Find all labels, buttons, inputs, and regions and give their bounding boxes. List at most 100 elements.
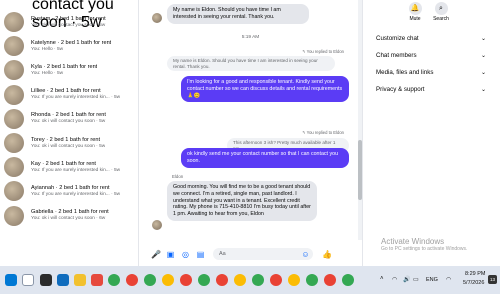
chrome-icon[interactable] — [144, 274, 156, 286]
chrome-icon[interactable] — [324, 274, 336, 286]
gif-icon[interactable]: ▤ — [196, 250, 205, 259]
chevron-up-icon[interactable]: ˄ — [380, 276, 384, 282]
media-files-links-row[interactable]: Media, files and links ⌄ — [376, 69, 496, 76]
watermark-title: Activate Windows — [381, 237, 445, 246]
avatar — [4, 157, 24, 178]
watermark-subtitle: Go to PC settings to activate Windows. — [381, 246, 468, 252]
search-button[interactable]: ⌕ Search — [428, 2, 454, 22]
activate-windows-watermark: Activate Windows Go to PC settings to ac… — [381, 237, 467, 253]
volume-icon[interactable]: 🔊 — [403, 276, 410, 283]
avatar — [4, 12, 24, 33]
avatar — [4, 108, 24, 129]
chrome-icon[interactable] — [108, 274, 120, 286]
message-input[interactable]: Aa — [213, 248, 313, 260]
notification-badge[interactable]: 13 — [488, 275, 497, 284]
avatar — [4, 60, 24, 81]
chat-name: Ayiannah · 2 bed 1 bath for rent — [31, 184, 110, 191]
chat-preview: You: If you are surely interested kin...… — [31, 167, 121, 173]
replied-label: ↰ You replied to Eldon — [302, 49, 344, 54]
incoming-message: My name is Eldon. Should you have time I… — [167, 4, 309, 24]
clock-date[interactable]: 5/7/2026 — [463, 280, 484, 286]
emoji-icon[interactable]: ☺ — [301, 250, 310, 259]
wifi-icon[interactable]: ◠ — [446, 276, 451, 283]
sender-name: Eldon — [172, 174, 184, 179]
chat-name: Katelynne · 2 bed 1 bath for rent — [31, 39, 112, 46]
chat-preview: You: If you are surely interested kin...… — [31, 95, 121, 101]
start-icon[interactable] — [5, 274, 17, 286]
network-icon[interactable]: ◠ — [392, 276, 397, 283]
privacy-support-row[interactable]: Privacy & support ⌄ — [376, 86, 496, 93]
avatar — [152, 13, 162, 23]
sticker-icon[interactable]: ◎ — [181, 250, 190, 259]
messenger-window: You: ok I will contact you soon · 5w Rus… — [0, 0, 500, 294]
chrome-icon[interactable] — [180, 274, 192, 286]
customize-chat-row[interactable]: Customize chat ⌄ — [376, 35, 496, 42]
row-label: Customize chat — [376, 35, 419, 42]
chat-item[interactable]: Gabriella · 2 bed 1 bath for rent You: ok… — [0, 204, 138, 228]
clock-time[interactable]: 8:29 PM — [465, 271, 485, 277]
chevron-down-icon: ⌄ — [480, 87, 486, 93]
edge-icon[interactable] — [57, 274, 69, 286]
quoted-message: My name is Eldon. Should you have time I… — [167, 56, 335, 72]
image-icon[interactable]: ▣ — [166, 250, 175, 259]
replied-text: You replied to Eldon — [306, 130, 344, 135]
chat-list-top-preview[interactable]: You: ok I will contact you soon · 5w — [0, 0, 138, 31]
chevron-down-icon: ⌄ — [480, 36, 486, 42]
chat-item[interactable]: Lilliee · 2 bed 1 bath for rent You: If y… — [0, 83, 138, 107]
mute-label: Mute — [409, 16, 421, 22]
info-panel: 🔔 Mute ⌕ Search Customize chat ⌄ Chat mem… — [363, 0, 500, 266]
chat-item[interactable]: Kay · 2 bed 1 bath for rent You: If you a… — [0, 155, 138, 179]
chat-item[interactable]: Kyla · 2 bed 1 bath for rent You: Hello ·… — [0, 58, 138, 82]
composer: 🎤 ▣ ◎ ▤ Aa ☺ 👍 — [139, 242, 362, 266]
avatar — [4, 36, 24, 57]
chat-preview: You: ok i will contact you soon · 5w — [31, 22, 106, 28]
like-icon[interactable]: 👍 — [322, 250, 332, 259]
chrome-icon[interactable] — [162, 274, 174, 286]
chat-item[interactable]: Rustam · 2 bed 1 bath for rent You: ok i … — [0, 10, 138, 34]
chrome-icon[interactable] — [252, 274, 264, 286]
chat-preview: You: Hello · 5w — [31, 46, 64, 52]
avatar — [4, 205, 24, 226]
chrome-icon[interactable] — [288, 274, 300, 286]
taskbar: ˄ ◠ 🔊 ▭ ENG ◠ 8:29 PM 5/7/2026 13 — [0, 266, 500, 294]
chat-name: Kay · 2 bed 1 bath for rent — [31, 160, 96, 167]
chrome-icon[interactable] — [306, 274, 318, 286]
app-icon[interactable] — [91, 274, 103, 286]
chat-item[interactable]: Rhonda · 2 bed 1 bath for rent You: ok i … — [0, 107, 138, 131]
chat-item[interactable]: Katelynne · 2 bed 1 bath for rent You: He… — [0, 34, 138, 58]
replied-text: You replied to Eldon — [306, 49, 344, 54]
chrome-icon[interactable] — [270, 274, 282, 286]
chrome-icon[interactable] — [342, 274, 354, 286]
search-label: Search — [433, 16, 449, 22]
bell-icon: 🔔 — [408, 2, 422, 15]
chat-preview: You: If you are surely interested kin...… — [31, 191, 121, 197]
chevron-down-icon: ⌄ — [480, 70, 486, 76]
avatar — [4, 133, 24, 154]
chat-item[interactable]: Torey · 2 bed 1 bath for rent You: ok i w… — [0, 131, 138, 155]
chrome-icon[interactable] — [216, 274, 228, 286]
chrome-icon[interactable] — [198, 274, 210, 286]
chat-members-row[interactable]: Chat members ⌄ — [376, 52, 496, 59]
chat-preview: You: ok i will contact you soon · 5w — [31, 119, 106, 125]
file-explorer-icon[interactable] — [74, 274, 86, 286]
chat-name: Rustam · 2 bed 1 bath for rent — [31, 15, 106, 22]
chat-name: Torey · 2 bed 1 bath for rent — [31, 136, 101, 143]
language-indicator[interactable]: ENG — [426, 277, 438, 283]
chat-list: You: ok I will contact you soon · 5w Rus… — [0, 0, 138, 266]
outgoing-message: ok kindly send me your contact number so… — [181, 148, 349, 168]
chat-item[interactable]: Ayiannah · 2 bed 1 bath for rent You: If … — [0, 179, 138, 203]
chat-name: Kyla · 2 bed 1 bath for rent — [31, 63, 98, 70]
mute-button[interactable]: 🔔 Mute — [402, 2, 428, 22]
search-icon[interactable] — [22, 274, 34, 286]
task-view-icon[interactable] — [40, 274, 52, 286]
avatar — [4, 181, 24, 202]
avatar — [152, 220, 162, 230]
row-label: Chat members — [376, 52, 417, 59]
outgoing-message: I'm looking for a good and responsible t… — [181, 76, 349, 103]
timestamp: 5:19 AM — [241, 35, 260, 40]
battery-icon[interactable]: ▭ — [413, 276, 419, 283]
search-icon: ⌕ — [434, 2, 448, 15]
chrome-icon[interactable] — [234, 274, 246, 286]
chrome-icon[interactable] — [126, 274, 138, 286]
microphone-icon[interactable]: 🎤 — [151, 250, 161, 259]
